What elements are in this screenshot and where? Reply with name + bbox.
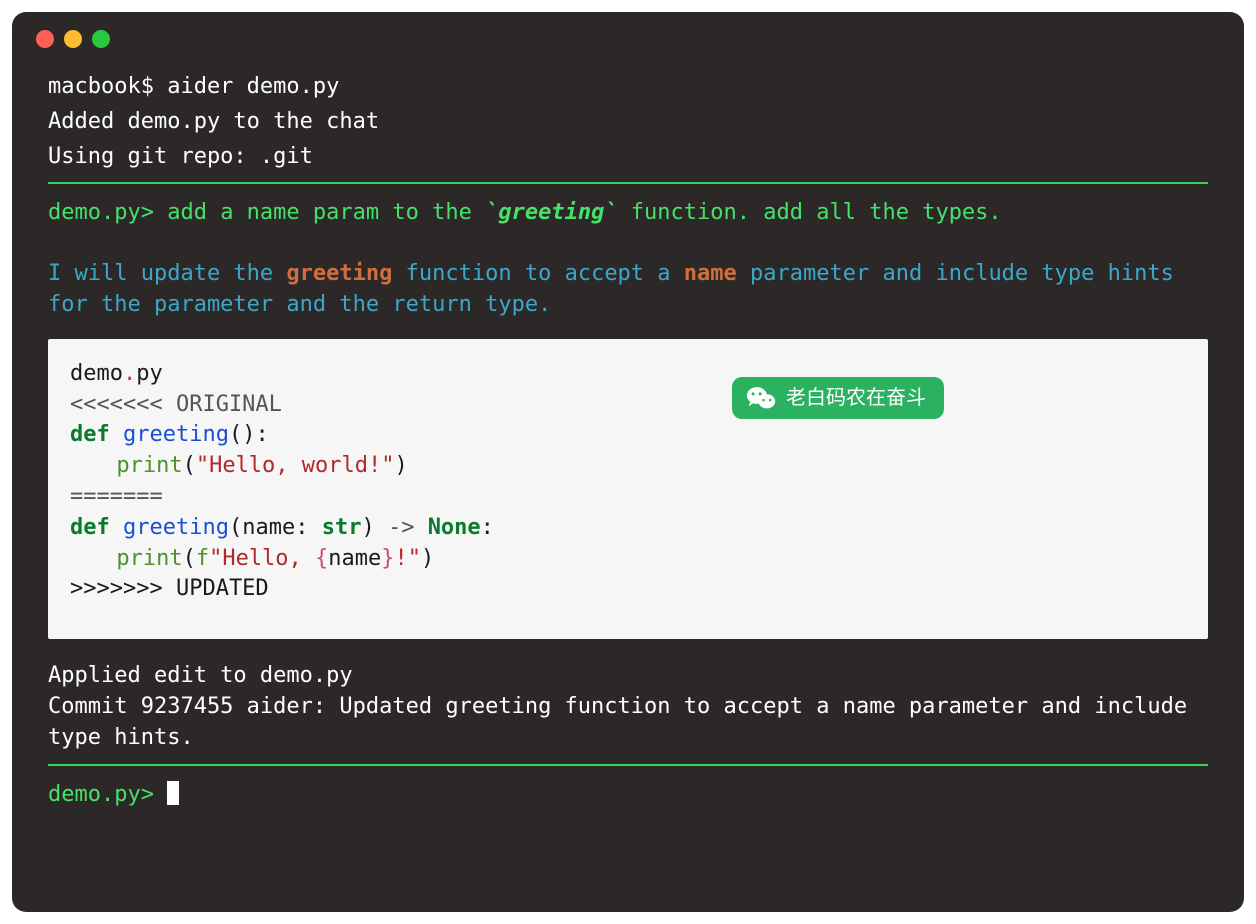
- punct: :: [481, 515, 494, 540]
- ai-text: I will update the: [48, 261, 286, 286]
- punct: ): [421, 546, 434, 571]
- string-literal: !": [395, 546, 422, 571]
- cursor: [167, 781, 179, 805]
- filename-part: demo: [70, 361, 123, 386]
- diff-marker-separator: =======: [70, 482, 1186, 513]
- prompt-prefix: demo.py>: [48, 782, 154, 807]
- wechat-icon: [746, 385, 776, 411]
- punct: (: [229, 515, 242, 540]
- punct: ): [361, 515, 374, 540]
- close-button[interactable]: [36, 30, 54, 48]
- type-none: None: [428, 515, 481, 540]
- type-annotation: str: [322, 515, 362, 540]
- code-line: def greeting(name: str) -> None:: [70, 513, 1186, 544]
- code-line: def greeting():: [70, 420, 1186, 451]
- builtin-print: print: [116, 546, 182, 571]
- brace: {: [315, 546, 328, 571]
- param-name: name: [328, 546, 381, 571]
- brace: }: [381, 546, 394, 571]
- punct: (: [183, 546, 196, 571]
- punct: ): [242, 422, 255, 447]
- ai-keyword: greeting: [286, 261, 392, 286]
- fstring-prefix: f: [196, 546, 209, 571]
- punct: :: [255, 422, 268, 447]
- punct: (: [229, 422, 242, 447]
- divider: [48, 182, 1208, 184]
- minimize-button[interactable]: [64, 30, 82, 48]
- code-filename: demo.py: [70, 359, 1186, 390]
- param-name: name: [242, 515, 295, 540]
- divider: [48, 764, 1208, 766]
- shell-command-line: macbook$ aider demo.py: [48, 72, 1208, 103]
- filename-dot: .: [123, 361, 136, 386]
- ai-response-text: I will update the greeting function to a…: [48, 259, 1208, 321]
- added-file-line: Added demo.py to the chat: [48, 107, 1208, 138]
- commit-line: Commit 9237455 aider: Updated greeting f…: [48, 692, 1208, 754]
- punct: (: [183, 453, 196, 478]
- prompt-prefix: demo.py>: [48, 200, 154, 225]
- terminal-window: macbook$ aider demo.py Added demo.py to …: [12, 12, 1244, 912]
- ai-text: function to accept a: [392, 261, 683, 286]
- user-input-text: add a name param to the: [154, 200, 485, 225]
- code-line: print(f"Hello, {name}!"): [70, 544, 1186, 575]
- builtin-print: print: [116, 453, 182, 478]
- filename-part: py: [136, 361, 163, 386]
- keyword-def: def: [70, 422, 110, 447]
- arrow: ->: [375, 515, 428, 540]
- user-input-text: function. add all the types.: [618, 200, 1002, 225]
- wechat-badge-text: 老白码农在奋斗: [786, 384, 926, 412]
- user-prompt-1: demo.py> add a name param to the `greeti…: [48, 198, 1208, 229]
- inline-code: `greeting`: [485, 200, 617, 225]
- ai-keyword: name: [684, 261, 737, 286]
- function-name: greeting: [123, 515, 229, 540]
- string-literal: "Hello,: [209, 546, 315, 571]
- diff-code-block: demo.py <<<<<<< ORIGINAL def greeting():…: [48, 339, 1208, 639]
- punct: :: [295, 515, 308, 540]
- diff-marker-updated: >>>>>>> UPDATED: [70, 574, 1186, 605]
- punct: ): [395, 453, 408, 478]
- string-literal: "Hello, world!": [196, 453, 395, 478]
- git-repo-line: Using git repo: .git: [48, 142, 1208, 173]
- diff-marker-original: <<<<<<< ORIGINAL: [70, 390, 1186, 421]
- function-name: greeting: [123, 422, 229, 447]
- maximize-button[interactable]: [92, 30, 110, 48]
- terminal-content[interactable]: macbook$ aider demo.py Added demo.py to …: [12, 58, 1244, 834]
- code-line: print("Hello, world!"): [70, 451, 1186, 482]
- applied-edit-line: Applied edit to demo.py: [48, 661, 1208, 692]
- wechat-badge: 老白码农在奋斗: [732, 377, 944, 419]
- keyword-def: def: [70, 515, 110, 540]
- user-prompt-2[interactable]: demo.py>: [48, 780, 1208, 811]
- titlebar: [12, 12, 1244, 58]
